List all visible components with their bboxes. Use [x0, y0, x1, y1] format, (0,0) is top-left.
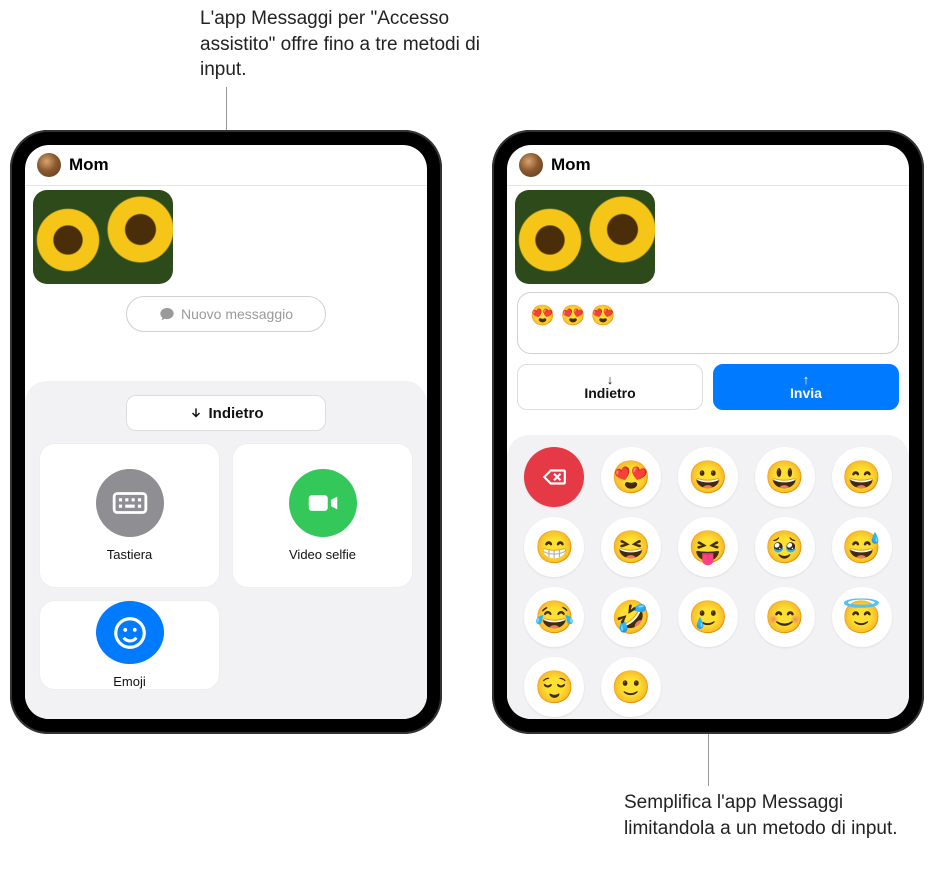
- send-label: Invia: [790, 386, 822, 401]
- emoji-grid: 😍 😀 😃 😄 😁 😆 😝 🥹 😅 😂 🤣 🥲 😊 😇 😌 🙂: [521, 447, 895, 717]
- emoji-key[interactable]: 😝: [678, 517, 738, 577]
- emoji-key[interactable]: 😄: [832, 447, 892, 507]
- emoji-key[interactable]: 😆: [601, 517, 661, 577]
- action-buttons-row: ↓ Indietro ↑ Invia: [507, 354, 909, 410]
- back-label: Indietro: [584, 386, 635, 401]
- callout-line-bottom: [708, 734, 709, 786]
- emoji-icon: [96, 601, 164, 664]
- input-options-grid: Tastiera Video selfie Emoji: [39, 443, 413, 650]
- received-image-bubble[interactable]: [33, 190, 173, 284]
- input-option-video-selfie[interactable]: Video selfie: [232, 443, 413, 588]
- screen-right: Mom 😍 😍 😍 ↓ Indietro ↑ Invia 😍 😀 😃 😄 😁 😆 😝 🥹 😅 😂 🤣…: [507, 145, 909, 719]
- emoji-key[interactable]: 🥲: [678, 587, 738, 647]
- send-button[interactable]: ↑ Invia: [713, 364, 899, 410]
- emoji-key[interactable]: 🙂: [601, 657, 661, 717]
- emoji-key[interactable]: 😊: [755, 587, 815, 647]
- emoji-key[interactable]: 😌: [524, 657, 584, 717]
- compose-field[interactable]: 😍 😍 😍: [517, 292, 899, 354]
- video-selfie-label: Video selfie: [289, 547, 356, 562]
- emoji-key[interactable]: 😅: [832, 517, 892, 577]
- emoji-keyboard-panel: 😍 😀 😃 😄 😁 😆 😝 🥹 😅 😂 🤣 🥲 😊 😇 😌 🙂: [507, 435, 909, 719]
- emoji-key[interactable]: 😁: [524, 517, 584, 577]
- ipad-right: Mom 😍 😍 😍 ↓ Indietro ↑ Invia 😍 😀 😃 😄 😁 😆 😝 🥹 😅 😂 🤣…: [492, 130, 924, 734]
- arrow-up-icon: ↑: [803, 373, 810, 386]
- callout-bottom-text: Semplifica l'app Messaggi limitandola a …: [624, 792, 898, 839]
- emoji-key[interactable]: 😀: [678, 447, 738, 507]
- input-option-keyboard[interactable]: Tastiera: [39, 443, 220, 588]
- contact-name: Mom: [69, 155, 109, 175]
- back-button[interactable]: ↓ Indietro: [517, 364, 703, 410]
- contact-name: Mom: [551, 155, 591, 175]
- arrow-down-icon: [189, 406, 203, 420]
- chat-bubble-icon: [159, 306, 175, 322]
- conversation-header[interactable]: Mom: [25, 145, 427, 186]
- ipad-left: Mom Nuovo messaggio Indietro: [10, 130, 442, 734]
- received-image-bubble[interactable]: [515, 190, 655, 284]
- emoji-key[interactable]: 😍: [601, 447, 661, 507]
- avatar: [37, 153, 61, 177]
- back-label: Indietro: [209, 405, 264, 422]
- compose-row: Nuovo messaggio: [25, 296, 427, 332]
- emoji-key[interactable]: 😇: [832, 587, 892, 647]
- arrow-down-icon: ↓: [607, 373, 614, 386]
- backspace-icon: [541, 464, 567, 490]
- callout-bottom: Semplifica l'app Messaggi limitandola a …: [624, 790, 904, 841]
- keyboard-icon: [96, 469, 164, 537]
- keyboard-label: Tastiera: [107, 547, 153, 562]
- compose-placeholder: Nuovo messaggio: [181, 306, 293, 322]
- emoji-key[interactable]: 😃: [755, 447, 815, 507]
- avatar: [519, 153, 543, 177]
- emoji-label: Emoji: [113, 674, 146, 689]
- video-icon: [289, 469, 357, 537]
- callout-top-text: L'app Messaggi per "Accesso assistito" o…: [200, 8, 480, 80]
- input-option-emoji[interactable]: Emoji: [39, 600, 220, 690]
- callout-top: L'app Messaggi per "Accesso assistito" o…: [200, 6, 495, 83]
- back-button[interactable]: Indietro: [126, 395, 326, 431]
- compose-field[interactable]: Nuovo messaggio: [126, 296, 326, 332]
- emoji-key[interactable]: 😂: [524, 587, 584, 647]
- input-options-panel: Indietro Tastiera Video selfie: [25, 381, 427, 719]
- emoji-key[interactable]: 🤣: [601, 587, 661, 647]
- delete-key[interactable]: [524, 447, 584, 507]
- emoji-key[interactable]: 🥹: [755, 517, 815, 577]
- compose-content: 😍 😍 😍: [530, 305, 616, 327]
- callout-line-top: [226, 87, 227, 130]
- conversation-header[interactable]: Mom: [507, 145, 909, 186]
- screen-left: Mom Nuovo messaggio Indietro: [25, 145, 427, 719]
